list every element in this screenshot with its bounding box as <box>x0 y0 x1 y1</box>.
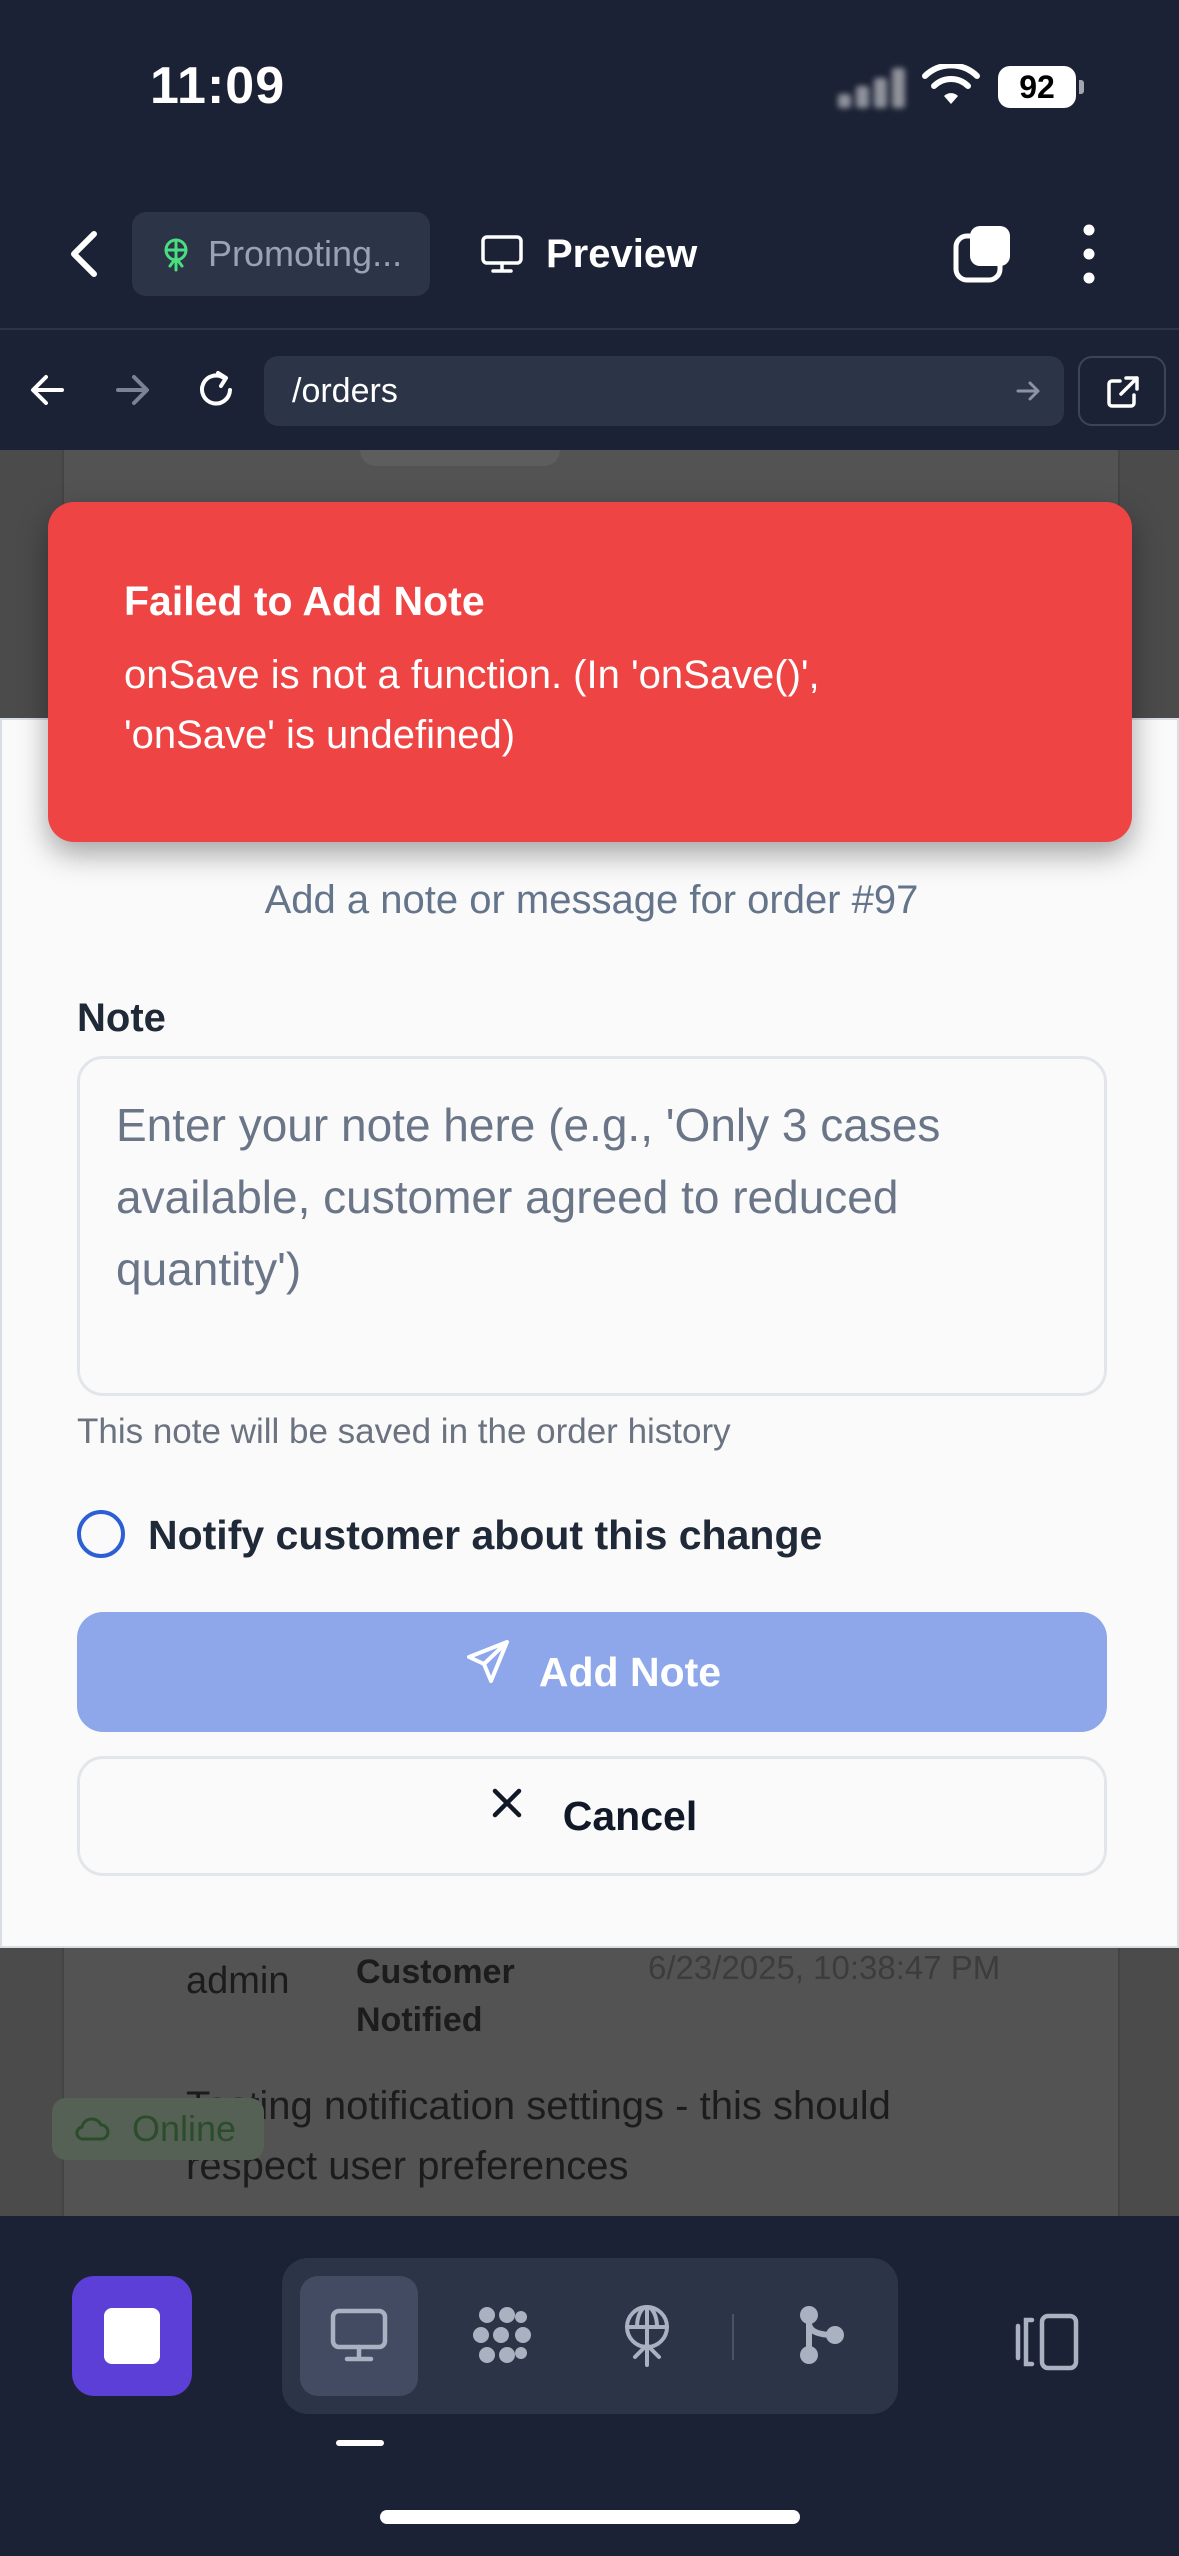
reload-icon[interactable] <box>190 364 242 416</box>
active-tab-indicator <box>336 2440 384 2446</box>
monitor-icon <box>481 235 523 273</box>
add-note-button[interactable]: Add Note <box>77 1612 1107 1732</box>
open-external-button[interactable] <box>1078 356 1166 426</box>
online-label: Online <box>132 2108 237 2149</box>
note-helper-text: This note will be saved in the order his… <box>77 1412 731 1451</box>
tab-preview[interactable] <box>300 2276 418 2396</box>
history-status: Customer Notified <box>356 1953 515 2039</box>
preview-button[interactable]: Preview <box>480 212 697 296</box>
home-indicator[interactable] <box>380 2510 800 2524</box>
toast-title: Failed to Add Note <box>124 578 485 624</box>
add-note-label: Add Note <box>538 1649 722 1695</box>
back-chevron-icon[interactable] <box>60 224 110 284</box>
tab-workspace[interactable] <box>444 2276 562 2396</box>
notify-customer-label[interactable]: Notify customer about this change <box>148 1512 822 1559</box>
wifi-icon <box>922 64 980 104</box>
copy-icon[interactable] <box>950 222 1014 286</box>
deploy-status-chip[interactable]: Promoting... <box>132 212 430 296</box>
tab-divider <box>732 2314 734 2360</box>
note-textarea[interactable] <box>77 1056 1107 1396</box>
globe-network-icon <box>625 2305 669 2367</box>
cellular-signal-icon <box>838 66 908 108</box>
preview-label: Preview <box>546 232 698 276</box>
more-menu-icon[interactable] <box>1072 222 1106 286</box>
url-field[interactable]: /orders <box>264 356 1064 426</box>
bottom-dock <box>0 2216 1179 2556</box>
cancel-button[interactable]: Cancel <box>77 1756 1107 1876</box>
battery-indicator: 92 <box>998 66 1084 108</box>
toast-message: onSave is not a function. (In 'onSave()'… <box>124 653 820 757</box>
note-label: Note <box>77 996 166 1040</box>
history-date: 6/23/2025, 10:38:47 PM <box>648 1949 1001 1986</box>
back-arrow-icon[interactable] <box>22 364 74 416</box>
tab-deploy[interactable] <box>588 2276 706 2396</box>
branch-icon <box>800 2306 844 2364</box>
go-arrow-icon[interactable] <box>1014 376 1044 406</box>
error-toast[interactable]: Failed to Add Note onSave is not a funct… <box>48 502 1132 842</box>
chip-label: Promoting... <box>208 233 403 274</box>
external-link-icon <box>1107 376 1139 408</box>
add-note-dialog: Add a note or message for order #97 Note… <box>0 718 1179 1948</box>
history-user: admin <box>186 1960 290 2002</box>
online-badge: Online <box>52 2098 265 2160</box>
cloud-icon <box>75 2117 110 2141</box>
dock-tab-group <box>282 2258 898 2414</box>
url-text: /orders <box>292 372 398 410</box>
cancel-label: Cancel <box>562 1793 698 1839</box>
history-note: Testing notification settings - this sho… <box>186 2084 891 2188</box>
notify-customer-radio[interactable] <box>77 1510 125 1558</box>
dialog-subtitle: Add a note or message for order #97 <box>264 878 919 922</box>
forward-arrow-icon[interactable] <box>106 364 158 416</box>
panel-toggle-icon[interactable] <box>1010 2310 1082 2374</box>
app-header: Promoting... Preview <box>0 180 1179 330</box>
dots-grid-icon <box>473 2307 531 2363</box>
status-bar: 11:09 92 <box>0 0 1179 180</box>
monitor-icon <box>330 2308 388 2362</box>
status-pill <box>360 450 560 466</box>
tab-git[interactable] <box>762 2276 880 2396</box>
send-icon <box>466 1640 509 1683</box>
status-time: 11:09 <box>150 57 286 115</box>
stop-button[interactable] <box>72 2276 192 2396</box>
browser-toolbar: /orders <box>0 332 1179 450</box>
close-icon <box>492 1788 522 1818</box>
antenna-icon <box>164 238 188 272</box>
